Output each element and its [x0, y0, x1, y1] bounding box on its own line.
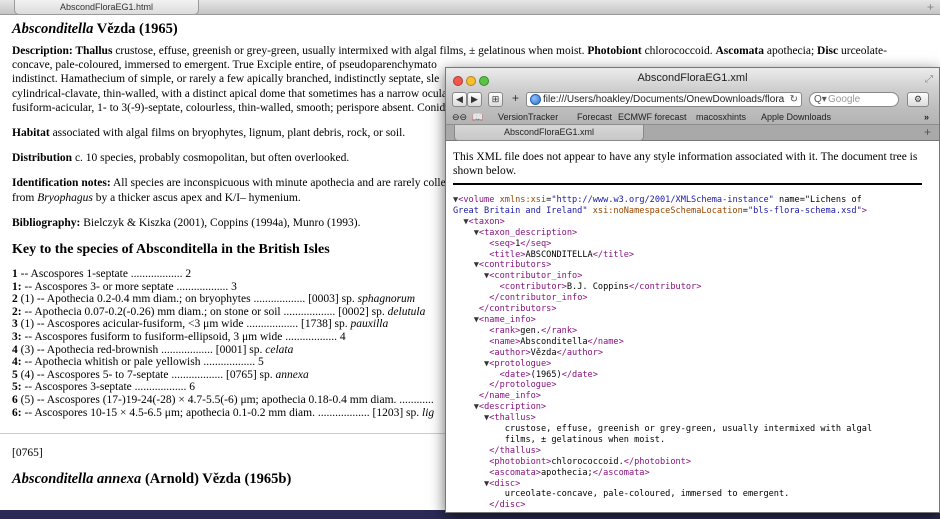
new-tab-button[interactable]: + — [924, 125, 931, 140]
xml-node[interactable]: ▼<disc> — [453, 479, 932, 490]
xml-node: <author>Vězda</author> — [489, 347, 604, 358]
search-placeholder: Google — [828, 94, 861, 105]
minimize-window-icon[interactable] — [466, 76, 476, 86]
page-title: Absconditella Vězda (1965) — [12, 21, 932, 38]
new-tab-button[interactable]: + — [927, 0, 934, 14]
bookmark-macosxhints[interactable]: macosxhints — [696, 110, 746, 124]
window-title: AbscondFloraEG1.xml — [637, 72, 748, 84]
zoom-window-icon[interactable] — [479, 76, 489, 86]
bookmarks-bar: ⊖⊖ 📖 VersionTracker Forecast ECMWF forec… — [446, 110, 939, 125]
reading-list-icon[interactable]: ⊖⊖ — [452, 110, 467, 124]
back-button[interactable]: ◀ — [452, 92, 467, 107]
bookmarks-book-icon[interactable]: 📖 — [472, 110, 483, 124]
close-window-icon[interactable] — [453, 76, 463, 86]
xml-node[interactable]: ▼<taxon_description> — [453, 228, 932, 239]
xml-node: films, ± gelatinous when moist. — [499, 434, 666, 445]
reload-icon[interactable]: ↻ — [790, 93, 798, 106]
xml-node[interactable]: ▼<protologue> — [453, 359, 932, 370]
style-notice: This XML file does not appear to have an… — [453, 150, 922, 185]
bookmark-versiontracker[interactable]: VersionTracker — [498, 110, 558, 124]
desc-line-4: fusiform-acicular, 1- to 3(-9)-septate, … — [12, 101, 446, 114]
xml-node: urceolate-concave, pale-coloured, immers… — [499, 489, 790, 500]
bookmark-forecast[interactable]: Forecast — [577, 110, 612, 124]
more-bookmarks-icon[interactable]: » — [924, 110, 929, 124]
xml-node: </protologue> — [489, 380, 557, 391]
xml-node: <name>Absconditella</name> — [489, 336, 624, 347]
xml-node[interactable]: ▼<name_info> — [453, 315, 932, 326]
xml-node[interactable]: ▼<contributor_info> — [453, 271, 932, 282]
desc-line-3: cylindrical-clavate, thin-walled, with a… — [12, 87, 447, 100]
xml-node[interactable]: ▼<description> — [453, 402, 932, 413]
title-genus: Absconditella — [12, 21, 94, 37]
background-tab-bar: AbscondFloraEG1.html + — [0, 0, 940, 15]
xml-node: <seq>1</seq> — [489, 238, 552, 249]
window-tab-bar: AbscondFloraEG1.xml + — [446, 125, 939, 141]
xml-node: <ascomata>apothecia;</ascomata> — [489, 467, 650, 478]
window-titlebar[interactable]: AbscondFloraEG1.xml ⤢ — [446, 68, 939, 89]
xml-document-view: This XML file does not appear to have an… — [446, 142, 939, 512]
title-author: Vězda (1965) — [96, 21, 178, 37]
xml-tree: ▼<volume xmlns:xsi="http://www.w3.org/20… — [453, 195, 932, 511]
desc-line-1: concave, pale-coloured, immersed to emer… — [12, 59, 437, 72]
xml-node: </thallus> — [489, 445, 541, 456]
xml-browser-window: AbscondFloraEG1.xml ⤢ ◀ ▶ ⊞ + file:///Us… — [445, 67, 940, 513]
window-toolbar: ◀ ▶ ⊞ + file:///Users/hoakley/Documents/… — [446, 89, 939, 110]
search-field[interactable]: Q▾ Google — [809, 92, 899, 107]
xml-node[interactable]: ▼<taxon> — [453, 217, 932, 228]
xml-node: </contributors> — [478, 304, 557, 315]
url-text: file:///Users/hoakley/Documents/OnewDown… — [543, 94, 785, 105]
forward-button[interactable]: ▶ — [467, 92, 482, 107]
xml-node: <rank>gen.</rank> — [489, 325, 578, 336]
xml-node: <date>(1965)</date> — [499, 369, 598, 380]
xml-node: </name_info> — [478, 391, 541, 402]
xml-node: <title>ABSCONDITELLA</title> — [489, 249, 635, 260]
add-bookmark-button[interactable]: + — [508, 92, 523, 107]
sidebar-button[interactable]: ⊞ — [488, 92, 503, 107]
xml-node[interactable]: ▼<volume xmlns:xsi="http://www.w3.org/20… — [453, 195, 932, 206]
xml-node: Great Britain and Ireland" xsi:noNamespa… — [453, 205, 867, 216]
desc-line-2: indistinct. Hamathecium of simple, or ra… — [12, 73, 440, 86]
globe-icon — [530, 94, 541, 105]
bookmark-apple-downloads[interactable]: Apple Downloads — [761, 110, 831, 124]
xml-node[interactable]: ▼<contributors> — [453, 260, 932, 271]
search-icon: Q▾ — [814, 94, 827, 105]
fullscreen-icon[interactable]: ⤢ — [925, 70, 933, 90]
address-bar[interactable]: file:///Users/hoakley/Documents/OnewDown… — [526, 92, 802, 107]
settings-gear-icon[interactable]: ⚙ — [907, 92, 929, 107]
xml-node: </contributor_info> — [489, 293, 588, 304]
xml-node: crustose, effuse, greenish or grey-green… — [499, 424, 873, 435]
tab-abscondflora-xml[interactable]: AbscondFloraEG1.xml — [454, 125, 644, 141]
tab-abscondflora-html[interactable]: AbscondFloraEG1.html — [14, 0, 199, 15]
xml-node: <photobiont>chlorococcoid.</photobiont> — [489, 456, 692, 467]
bookmark-ecmwf[interactable]: ECMWF forecast — [618, 110, 687, 124]
xml-node[interactable]: ▼<thallus> — [453, 413, 932, 424]
xml-node: <contributor>B.J. Coppins</contributor> — [499, 282, 702, 293]
xml-node: </disc> — [489, 500, 526, 511]
